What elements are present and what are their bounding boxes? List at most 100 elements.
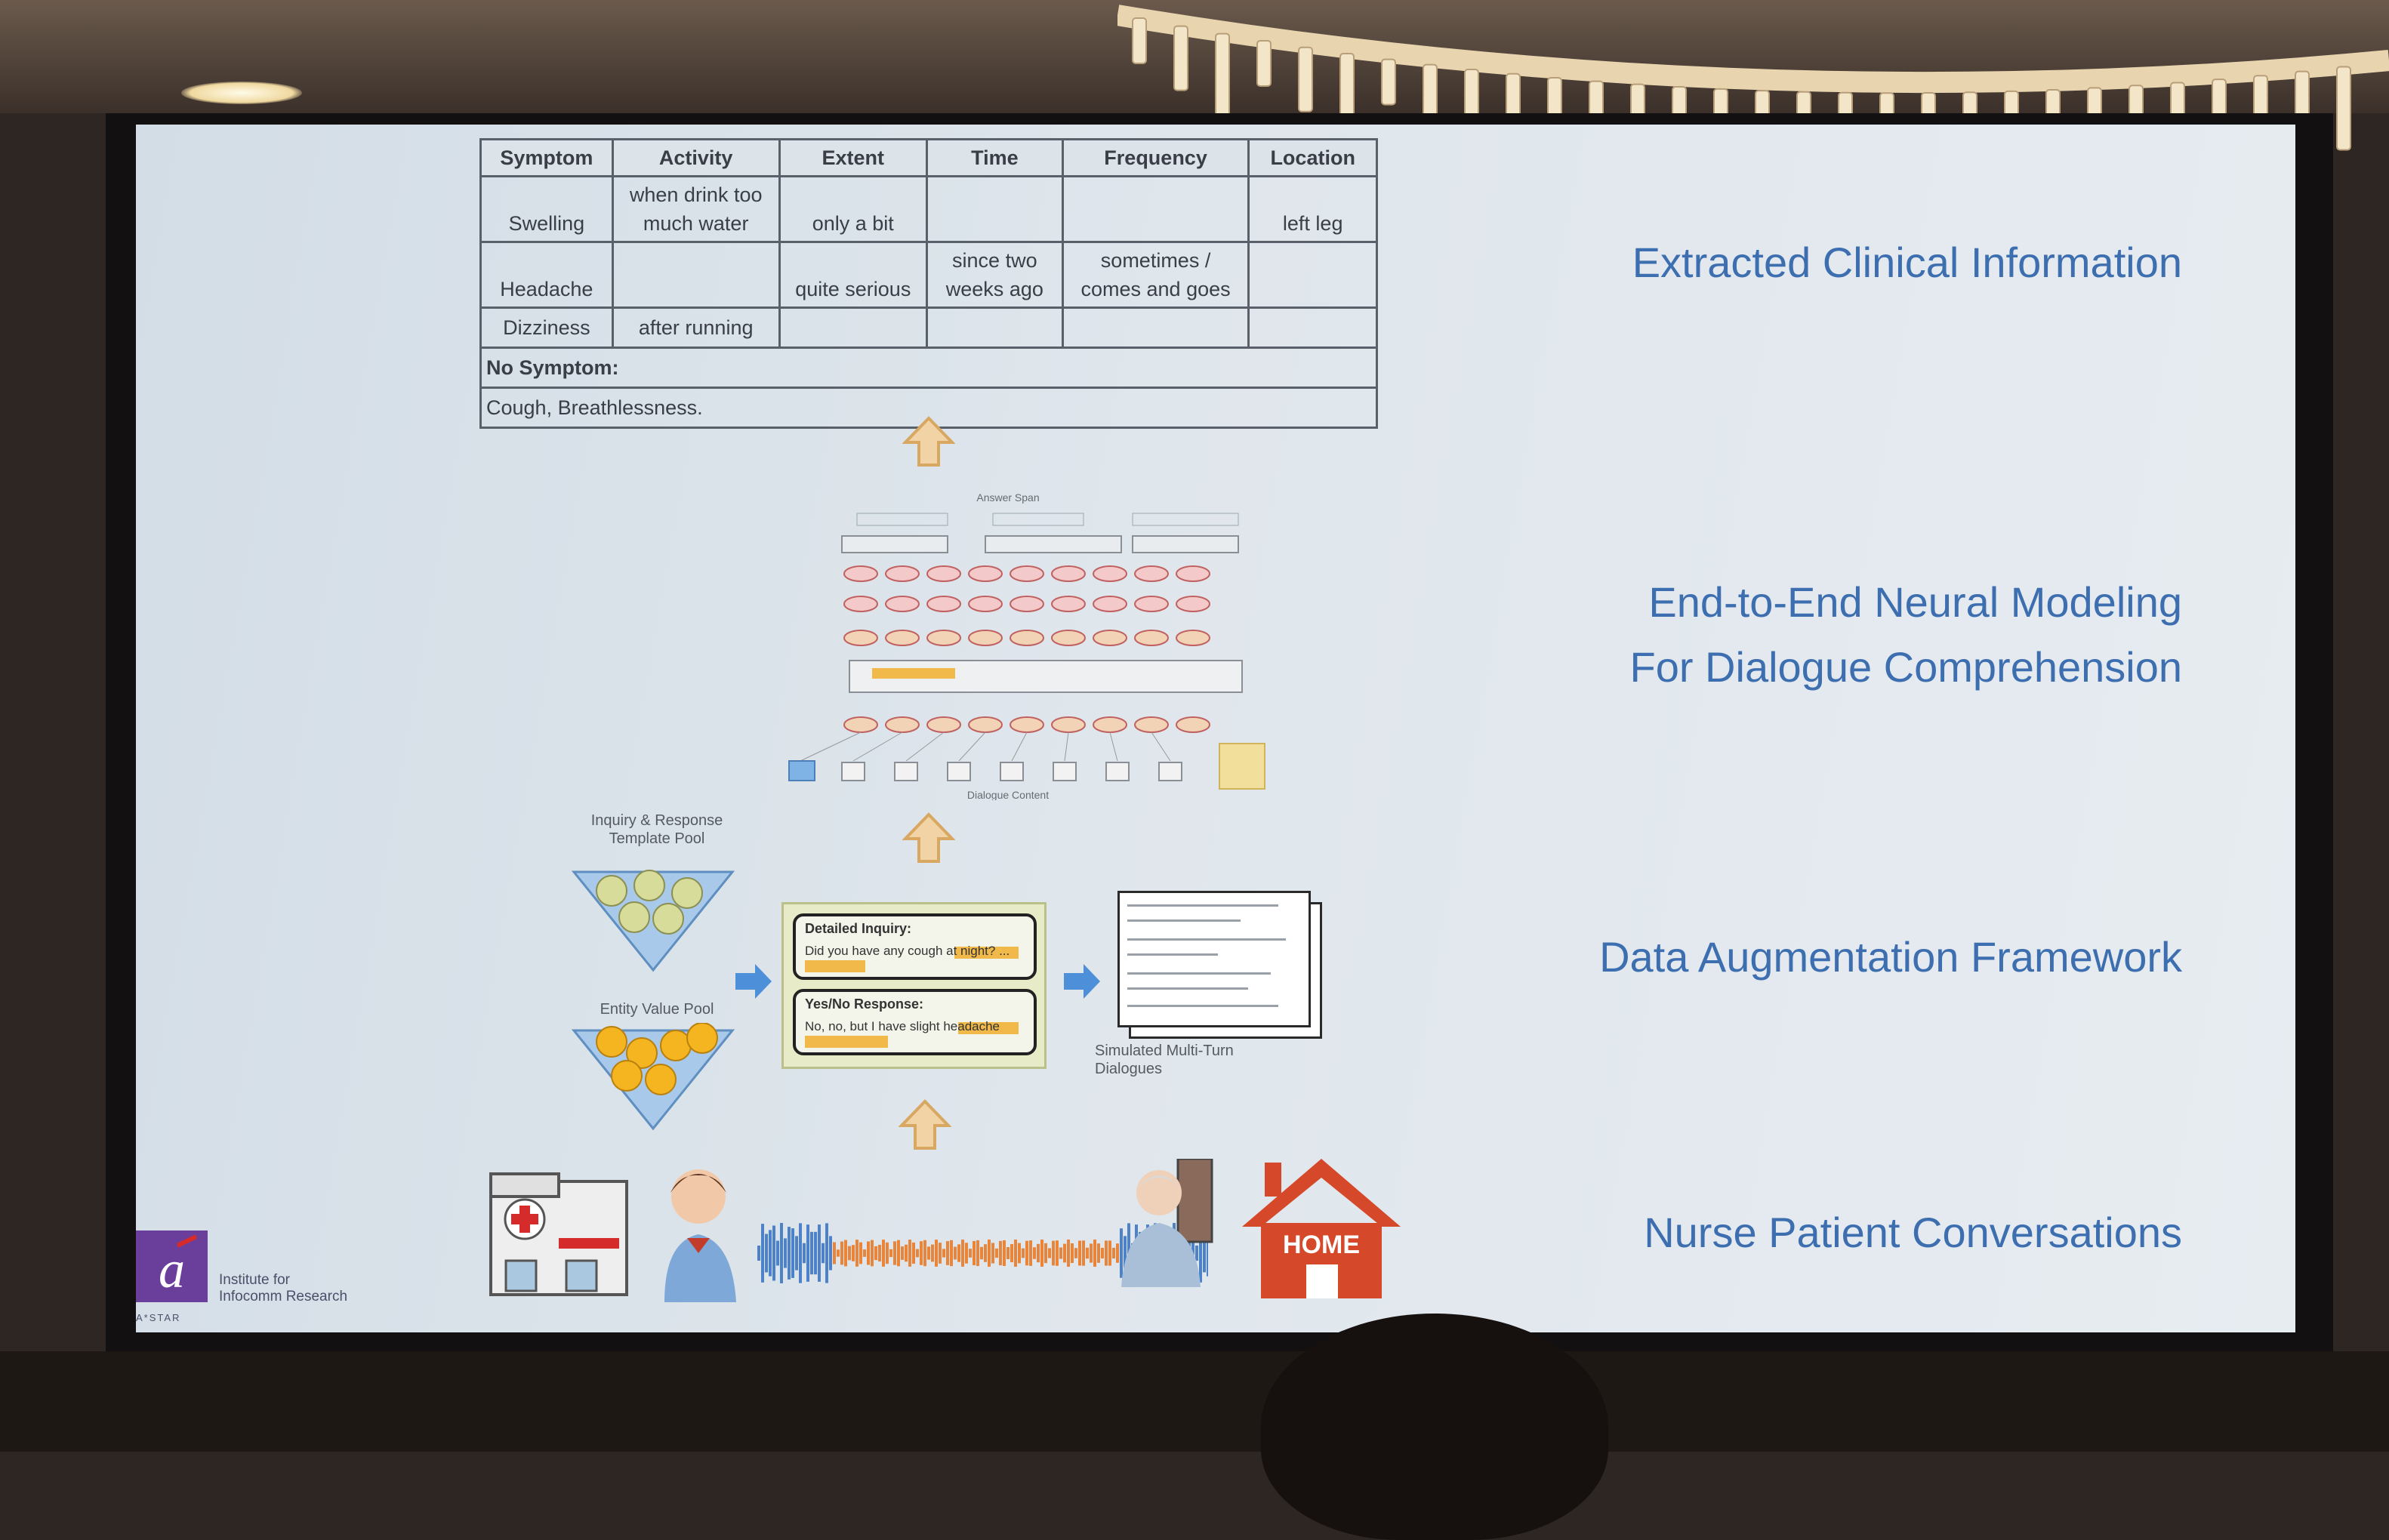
neural-node (843, 565, 878, 582)
table-cell: since two weeks ago (925, 241, 1064, 309)
floor (0, 1351, 2389, 1452)
logo-brand: A*STAR (136, 1312, 181, 1323)
inquiry-text: Did you have any cough at night? ... (805, 944, 1010, 958)
document-line (1127, 938, 1286, 941)
document-line (1127, 972, 1271, 975)
table-row: Headache quite serious since two weeks a… (479, 241, 1378, 309)
input-token (841, 762, 865, 781)
neural-node (926, 596, 961, 612)
header-extent: Extent (778, 138, 928, 177)
chandelier-crystal (1506, 72, 1521, 120)
neural-node (885, 596, 920, 612)
connection-line (1109, 732, 1118, 762)
label-nurse-patient: Nurse Patient Conversations (1644, 1209, 2182, 1256)
table-cell (1247, 241, 1378, 309)
table-cell (925, 175, 1064, 243)
answer-span-label: Answer Span (976, 491, 1039, 504)
connection-line (1011, 732, 1028, 762)
neural-node (968, 630, 1003, 646)
neural-node (1176, 716, 1210, 733)
neural-node (1093, 716, 1127, 733)
institute-logo-icon: a (136, 1230, 208, 1302)
neural-node (885, 716, 920, 733)
neural-node (1010, 716, 1044, 733)
neural-node (926, 565, 961, 582)
document-line (1127, 919, 1241, 922)
neural-node (1176, 596, 1210, 612)
clinical-info-table: Symptom Activity Extent Time Frequency L… (479, 138, 1378, 429)
augmentation-template-box: Detailed Inquiry: Did you have any cough… (781, 902, 1047, 1069)
logo-text-line2: Infocomm Research (219, 1289, 348, 1304)
home-sign-text: HOME (1283, 1230, 1360, 1259)
input-token (1000, 762, 1024, 781)
neural-node (1134, 596, 1169, 612)
input-token (1053, 762, 1077, 781)
neural-node (1176, 630, 1210, 646)
connection-line (800, 732, 862, 762)
connection-line (905, 732, 945, 762)
nurse-icon (664, 1169, 736, 1302)
neural-node (843, 630, 878, 646)
document-line (1127, 953, 1218, 956)
up-arrow-icon (902, 416, 955, 467)
no-symptom-header-row: No Symptom: (479, 346, 1378, 389)
header-activity: Activity (611, 138, 781, 177)
neural-node (1051, 716, 1086, 733)
document-line (1127, 987, 1248, 990)
connection-line (958, 732, 986, 762)
chandelier-crystal (1256, 39, 1272, 87)
home-icon: HOME (1242, 1159, 1401, 1298)
neural-node (1051, 630, 1086, 646)
entity-pool-funnel (571, 1023, 735, 1131)
up-arrow-icon (899, 1099, 951, 1150)
neural-node (1010, 565, 1044, 582)
input-token (1105, 762, 1130, 781)
right-arrow-icon (735, 964, 772, 999)
table-row: Swelling when drink too much water only … (479, 175, 1378, 243)
neural-node (968, 596, 1003, 612)
table-cell: left leg (1247, 175, 1378, 243)
table-cell: when drink too much water (611, 175, 781, 243)
input-token (947, 762, 971, 781)
dialogue-content-label: Dialogue Content (967, 789, 1049, 800)
ceiling-light (181, 82, 302, 104)
response-title: Yes/No Response: (805, 996, 924, 1012)
svg-text:a: a (159, 1241, 185, 1299)
neural-node (968, 565, 1003, 582)
table-header-row: Symptom Activity Extent Time Frequency L… (479, 138, 1378, 177)
chandelier-crystal (1298, 46, 1313, 112)
label-data-augmentation: Data Augmentation Framework (1599, 933, 2182, 981)
chandelier-crystal (1215, 32, 1230, 118)
neural-node (1093, 596, 1127, 612)
response-text: No, no, but I have slight headache (805, 1019, 1000, 1033)
table-cell: Swelling (479, 175, 614, 243)
input-token (1158, 762, 1182, 781)
audience-head (1261, 1314, 1608, 1540)
neural-node (926, 716, 961, 733)
table-cell: Headache (479, 241, 614, 309)
logo-text-line1: Institute for (219, 1272, 290, 1288)
neural-node (1093, 565, 1127, 582)
document-line (1127, 904, 1278, 907)
hospital-icon (489, 1172, 628, 1296)
neural-node (1093, 630, 1127, 646)
template-pool-funnel (571, 870, 735, 972)
connection-line (1064, 732, 1069, 762)
dialogue-document (1117, 891, 1311, 1027)
header-location: Location (1247, 138, 1378, 177)
chandelier-crystal (1132, 17, 1147, 64)
neural-node (1176, 565, 1210, 582)
table-cell (1061, 175, 1250, 243)
chandelier-crystal (1381, 58, 1396, 106)
neural-node (1051, 565, 1086, 582)
table-cell (778, 306, 928, 349)
table-cell (1061, 306, 1250, 349)
entity-pool-label: Entity Value Pool (600, 1001, 714, 1018)
table-cell (611, 241, 781, 309)
neural-node (968, 716, 1003, 733)
table-row: Dizziness after running (479, 306, 1378, 349)
detailed-inquiry-box: Detailed Inquiry: Did you have any cough… (793, 913, 1037, 980)
highlight (805, 960, 865, 972)
patient-icon (1121, 1159, 1213, 1287)
neural-node (1010, 630, 1044, 646)
